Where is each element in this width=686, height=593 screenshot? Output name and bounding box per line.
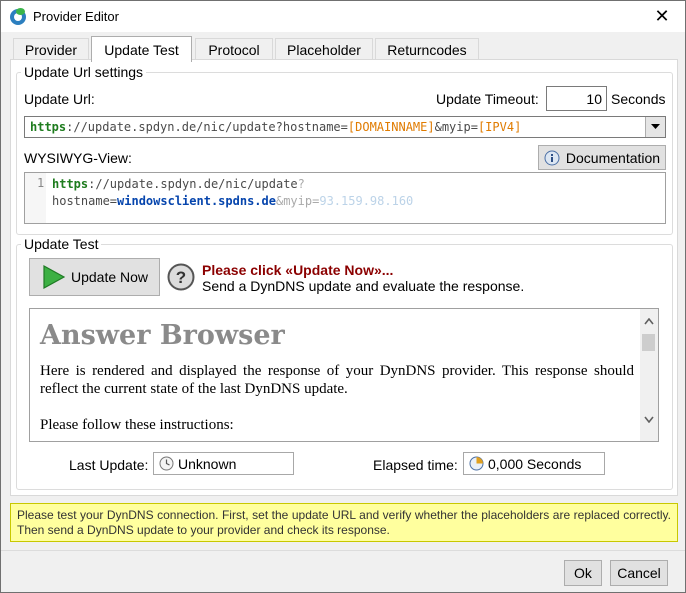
editor-query-mark: ? [297,177,305,191]
prompt-text: Send a DynDNS update and evaluate the re… [202,278,525,294]
chevron-down-icon [651,124,660,129]
last-update-label: Last Update: [69,457,149,473]
tab-provider[interactable]: Provider [13,38,89,60]
last-update-value: Unknown [178,456,237,472]
elapsed-time-field: 0,000 Seconds [463,452,605,475]
info-bar-text: Please test your DynDNS connection. Firs… [17,508,671,537]
info-bar: Please test your DynDNS connection. Firs… [10,503,678,542]
timer-icon [469,456,484,471]
answer-scrollbar[interactable] [640,309,658,441]
tab-label: Placeholder [287,41,361,58]
chevron-down-icon[interactable] [644,416,654,423]
update-url-settings-label: Update Url settings [21,64,147,80]
play-icon [43,265,65,289]
answer-instructions: Please follow these instructions: [40,417,234,433]
answer-paragraph: Here is rendered and displayed the respo… [40,363,634,397]
elapsed-time-value: 0,000 Seconds [488,456,582,472]
app-icon [10,8,26,25]
timeout-unit-label: Seconds [611,91,666,107]
editor-param-myip: &myip= [275,194,320,208]
answer-browser[interactable]: Answer Browser Here is rendered and disp… [29,308,659,442]
provider-editor-window: Provider Editor ✕ Provider Update Test P… [0,0,686,593]
editor-path: ://update.spdyn.de/nic/update [88,177,298,191]
documentation-label: Documentation [565,149,661,166]
update-timeout-input[interactable]: 10 [546,86,607,111]
documentation-button[interactable]: Documentation [538,145,666,170]
ok-button[interactable]: Ok [564,560,602,586]
url-placeholder-ip: [IPV4] [477,120,522,134]
editor-param-hostname: hostname= [52,194,118,208]
editor-scheme: https [52,177,89,191]
cancel-label: Cancel [617,565,661,581]
editor-line-2: hostname=windowsclient.spdns.de&myip=93.… [52,194,413,208]
close-button[interactable]: ✕ [639,1,685,32]
svg-text:?: ? [176,268,186,287]
update-url-combobox[interactable]: https://update.spdyn.de/nic/update?hostn… [24,116,666,138]
tab-label: Protocol [208,41,260,58]
update-url-label: Update Url: [24,91,95,107]
update-timeout-label: Update Timeout: [436,91,539,107]
tab-placeholder[interactable]: Placeholder [275,38,373,60]
update-test-panel: Update Url settings Update Url: Update T… [10,59,678,496]
url-path: ://update.spdyn.de/nic/update?hostname= [66,120,348,134]
chevron-up-icon[interactable] [644,318,654,325]
answer-content: Answer Browser Here is rendered and disp… [40,320,634,434]
prompt-title: Please click «Update Now»... [202,262,394,278]
tab-label: Returncodes [387,41,467,58]
editor-line-1: https://update.spdyn.de/nic/update? [52,177,305,191]
update-timeout-value: 10 [586,91,602,107]
update-test-label: Update Test [21,236,102,252]
update-now-label: Update Now [70,269,149,285]
scrollbar-thumb[interactable] [642,334,655,351]
last-update-field: Unknown [153,452,294,475]
help-icon: ? [167,263,195,291]
url-scheme: https [30,120,67,134]
tab-update-test[interactable]: Update Test [91,36,192,62]
update-url-text: https://update.spdyn.de/nic/update?hostn… [30,120,521,134]
tab-protocol[interactable]: Protocol [195,38,273,60]
window-title: Provider Editor [33,9,119,24]
cancel-button[interactable]: Cancel [610,560,668,586]
tab-label: Provider [24,41,78,58]
elapsed-time-label: Elapsed time: [373,457,458,473]
url-placeholder-domain: [DOMAINNAME] [347,120,435,134]
tab-returncodes[interactable]: Returncodes [375,38,479,60]
wysiwyg-label: WYSIWYG-View: [24,150,132,166]
line-number: 1 [37,176,45,190]
editor-ip-value: 93.159.98.160 [319,194,414,208]
clock-icon [159,456,174,471]
wysiwyg-editor[interactable]: 1 https://update.spdyn.de/nic/update? ho… [24,172,666,224]
close-icon: ✕ [654,6,670,26]
url-dropdown-button[interactable] [645,117,665,137]
editor-hostname-value: windowsclient.spdns.de [117,194,276,208]
title-bar: Provider Editor ✕ [1,1,685,32]
url-param: &myip= [434,120,478,134]
update-now-button[interactable]: Update Now [29,258,160,296]
tab-label: Update Test [104,41,179,58]
answer-heading: Answer Browser [40,320,285,351]
footer-divider [1,550,685,551]
info-icon [544,150,560,165]
ok-label: Ok [574,565,592,581]
